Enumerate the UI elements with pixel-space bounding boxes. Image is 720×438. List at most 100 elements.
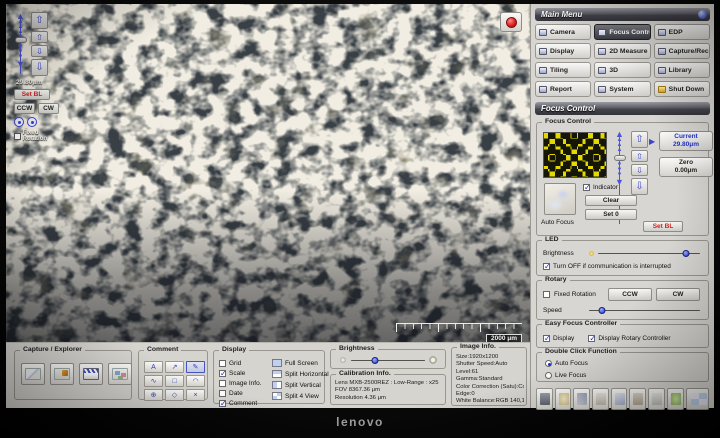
overlay-focus-down-fine-button[interactable]: ⇩	[31, 45, 48, 57]
overlay-cw-button[interactable]: CW	[38, 103, 59, 114]
comment-checkbox[interactable]	[219, 399, 227, 408]
record-save-button[interactable]	[50, 363, 74, 385]
turn-off-checkbox[interactable]	[543, 262, 551, 271]
led-turnoff-row[interactable]: Turn OFF if communication is interrupted	[543, 262, 671, 271]
current-position-button[interactable]: Current 29.80μm	[659, 131, 713, 152]
toolbar-lamp-button[interactable]	[554, 388, 572, 410]
camera-rec-button[interactable]	[500, 12, 522, 32]
menu-edp-button[interactable]: EDP	[653, 24, 710, 40]
rotate-ccw-icon[interactable]	[14, 117, 24, 127]
menu-2d-measure-button[interactable]: 2D Measure	[594, 43, 651, 59]
image-info-checkbox[interactable]	[219, 380, 226, 387]
comment-tool-curve[interactable]: ◠	[186, 375, 205, 387]
toolbar-pointer-button[interactable]	[610, 388, 628, 410]
toolbar-measure-button[interactable]	[573, 388, 591, 410]
slider-knob[interactable]	[371, 356, 379, 364]
easy-display-checkbox[interactable]	[543, 334, 551, 343]
date-checkbox[interactable]	[219, 390, 226, 397]
focus-up-fine-button[interactable]: ⇧	[631, 150, 648, 162]
grid-checkbox[interactable]	[219, 360, 226, 367]
menu-orb-icon[interactable]	[698, 10, 707, 19]
display-rotary-row[interactable]: Display Rotary Controller	[588, 334, 671, 343]
overlay-slider-knob[interactable]	[14, 37, 27, 43]
comment-checkbox-row[interactable]: Comment	[219, 399, 262, 408]
overlay-ccw-button[interactable]: CCW	[14, 103, 35, 114]
image-brightness-slider[interactable]	[351, 356, 425, 364]
menu-shut-down-button[interactable]: Shut Down	[653, 81, 710, 97]
live-focus-radio-row[interactable]: Live Focus	[545, 371, 588, 380]
comment-tool-polygon[interactable]: ◇	[165, 389, 184, 401]
cw-button[interactable]: CW	[656, 288, 700, 301]
menu-system-button[interactable]: System	[594, 81, 651, 97]
menu-display-button[interactable]: Display	[535, 43, 592, 59]
rotary-speed-slider[interactable]	[589, 306, 700, 314]
fixed-rotation-checkbox[interactable]	[543, 291, 550, 298]
set-bl-button[interactable]: Set BL	[643, 221, 683, 232]
menu-camera-button[interactable]: Camera	[535, 24, 592, 40]
toolbar-eco-button[interactable]	[666, 388, 684, 410]
movie-button[interactable]	[79, 363, 103, 385]
toolbar-apps-button[interactable]	[685, 388, 710, 410]
split-vertical-button[interactable]: Split Vertical	[272, 381, 329, 389]
focus-control-titlebar[interactable]: Focus Control	[535, 102, 710, 115]
auto-focus-radio-row[interactable]: Auto Focus	[545, 359, 588, 368]
indicator-checkbox[interactable]	[583, 183, 591, 192]
ccw-button[interactable]: CCW	[608, 288, 652, 301]
focus-down-button[interactable]: ⇩	[631, 178, 648, 195]
scale-checkbox[interactable]	[219, 369, 227, 378]
set-0-button[interactable]: Set 0	[585, 209, 637, 220]
comment-tool-text[interactable]: A	[144, 361, 163, 373]
explorer-button[interactable]	[108, 363, 132, 385]
comment-tool-delete[interactable]: ×	[186, 389, 205, 401]
auto-focus-radio[interactable]	[545, 360, 552, 367]
menu-tiling-button[interactable]: Tiling	[535, 62, 592, 78]
clear-button[interactable]: Clear	[585, 195, 637, 206]
toolbar-annotation-button[interactable]	[592, 388, 609, 410]
overlay-focus-down-button[interactable]: ⇩	[31, 59, 48, 76]
overlay-fixed-rotation-checkbox[interactable]	[14, 132, 21, 140]
main-menu-titlebar[interactable]: Main Menu	[535, 8, 710, 21]
live-image-view[interactable]: ▲ ▲ ▲ ▲ ▼ ▼ ▼ ▼ ⇧ ⇧ ⇩ ⇩ 29.80μm Set BL C…	[6, 4, 530, 342]
menu-report-button[interactable]: Report	[535, 81, 592, 97]
led-brightness-slider[interactable]	[598, 249, 700, 257]
focus-up-button[interactable]: ⇧	[631, 131, 648, 148]
menu-library-button[interactable]: Library	[653, 62, 710, 78]
overlay-focus-slider[interactable]: ▲ ▲ ▲ ▲ ▼ ▼ ▼ ▼	[14, 12, 27, 76]
easy-display-row[interactable]: Display	[543, 334, 574, 343]
focus-down-fine-button[interactable]: ⇩	[631, 164, 648, 176]
toolbar-printer-button[interactable]	[648, 388, 665, 410]
slider-knob[interactable]	[598, 306, 606, 314]
display-options-group: Display Grid Scale Image Info.	[213, 346, 329, 408]
capture-button[interactable]	[21, 363, 45, 385]
overlay-set-bl-button[interactable]: Set BL	[14, 89, 50, 100]
printer-icon	[652, 393, 663, 405]
full-screen-button[interactable]: Full Screen	[272, 359, 329, 367]
menu-3d-button[interactable]: 3D	[594, 62, 651, 78]
scale-checkbox-row[interactable]: Scale	[219, 369, 262, 378]
slider-knob[interactable]	[682, 249, 690, 257]
comment-tool-arrow[interactable]: ↗	[165, 361, 184, 373]
auto-focus-thumbnail-button[interactable]	[544, 183, 576, 215]
menu-focus-control-button[interactable]: Focus Control	[594, 24, 651, 40]
comment-tool-stamp[interactable]: ⊕	[144, 389, 163, 401]
split-horizontal-button[interactable]: Split Horizontal	[272, 370, 329, 378]
overlay-focus-up-button[interactable]: ⇧	[31, 12, 48, 29]
display-rotary-checkbox[interactable]	[588, 334, 596, 343]
rotary-group: Rotary Fixed Rotation CCW CW Speed	[536, 276, 709, 320]
grid-checkbox-row[interactable]: Grid	[219, 359, 262, 368]
split-4-view-button[interactable]: Split 4 View	[272, 392, 329, 400]
zero-position-button[interactable]: Zero 0.00μm	[659, 157, 713, 178]
menu-capture-rec-button[interactable]: Capture/Rec	[653, 43, 710, 59]
overlay-focus-up-fine-button[interactable]: ⇧	[31, 31, 48, 43]
date-checkbox-row[interactable]: Date	[219, 389, 262, 398]
image-info-checkbox-row[interactable]: Image Info.	[219, 379, 262, 388]
toolbar-gallery-button[interactable]	[629, 388, 647, 410]
focus-slider-knob[interactable]	[613, 155, 626, 161]
comment-tool-freehand[interactable]: ∿	[144, 375, 163, 387]
toolbar-camera-button[interactable]	[536, 388, 553, 410]
rotate-cw-icon[interactable]	[27, 117, 37, 127]
live-focus-radio[interactable]	[545, 372, 552, 379]
comment-tool-pencil[interactable]: ✎	[186, 361, 205, 373]
comment-tool-rectangle[interactable]: □	[165, 375, 184, 387]
indicator-checkbox-row[interactable]: Indicator	[583, 183, 618, 192]
